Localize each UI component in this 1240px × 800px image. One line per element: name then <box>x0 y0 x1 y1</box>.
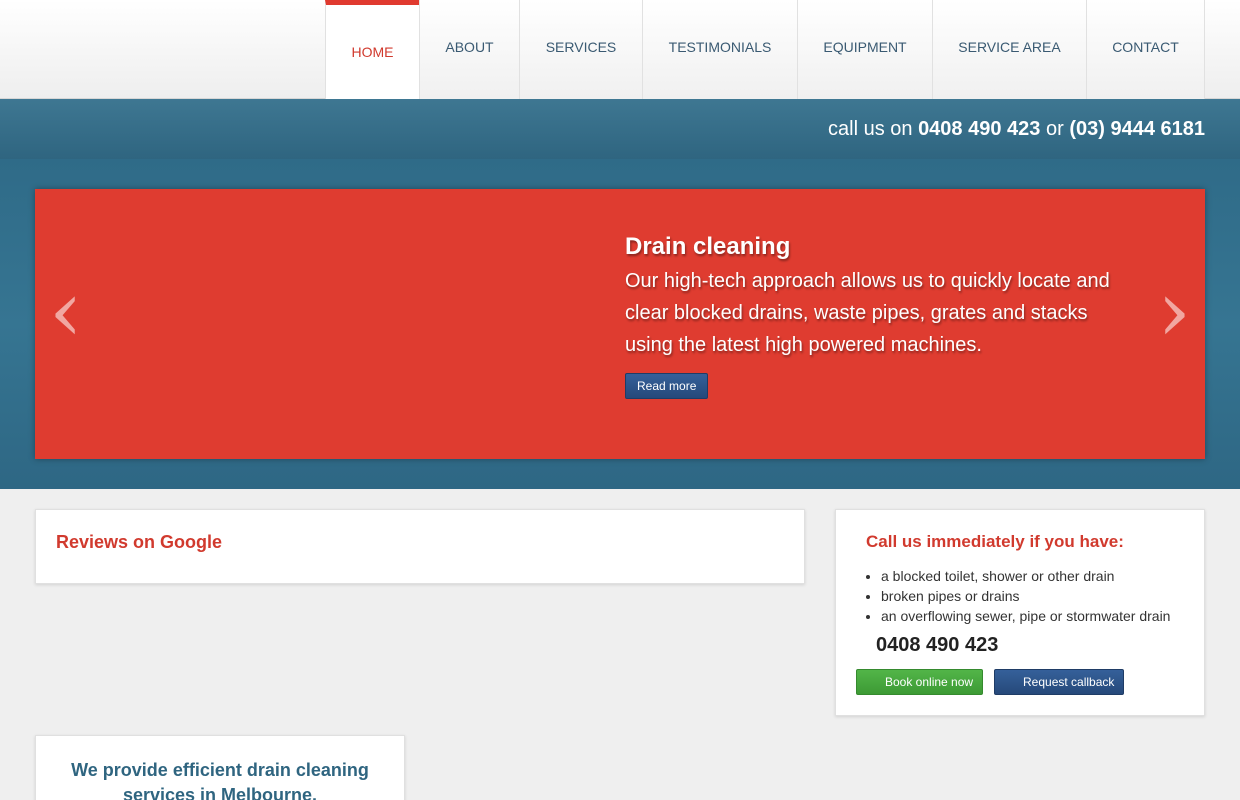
call-prefix: call us on <box>828 118 913 140</box>
top-navbar: HOME ABOUT SERVICES TESTIMONIALS EQUIPME… <box>0 0 1240 99</box>
call-or: or <box>1045 118 1064 140</box>
call-now-card: Call us immediately if you have: a block… <box>835 509 1205 716</box>
nav-about[interactable]: ABOUT <box>419 0 519 99</box>
nav-home[interactable]: HOME <box>325 0 419 99</box>
list-item: broken pipes or drains <box>881 586 1170 606</box>
hero-slider: ‹ › Drain cleaning Our high-tech approac… <box>35 189 1205 459</box>
main-nav: HOME ABOUT SERVICES TESTIMONIALS EQUIPME… <box>325 0 1205 99</box>
nav-contact[interactable]: CONTACT <box>1086 0 1205 99</box>
services-intro-title: We provide efficient drain cleaning serv… <box>71 760 369 800</box>
services-intro-card: We provide efficient drain cleaning serv… <box>35 735 405 800</box>
call-phone-landline[interactable]: (03) 9444 6181 <box>1069 118 1205 140</box>
call-bar-text: call us on 0408 490 423 or (03) 9444 618… <box>828 118 1205 141</box>
slider-next-icon[interactable]: › <box>1157 269 1191 353</box>
nav-testimonials[interactable]: TESTIMONIALS <box>642 0 797 99</box>
slide-body: Our high-tech approach allows us to quic… <box>625 270 1110 356</box>
problem-list: a blocked toilet, shower or other drain … <box>881 566 1170 626</box>
call-phone-mobile[interactable]: 0408 490 423 <box>918 118 1040 140</box>
reviews-title: Reviews on Google <box>56 532 223 552</box>
list-item: a blocked toilet, shower or other drain <box>881 566 1170 586</box>
request-callback-button[interactable]: Request callback <box>994 669 1124 695</box>
call-now-phone[interactable]: 0408 490 423 <box>876 634 998 657</box>
nav-equipment[interactable]: EQUIPMENT <box>797 0 932 99</box>
nav-services[interactable]: SERVICES <box>519 0 642 99</box>
call-now-title: Call us immediately if you have: <box>866 532 1124 551</box>
nav-service-area[interactable]: SERVICE AREA <box>932 0 1086 99</box>
book-online-button[interactable]: Book online now <box>856 669 983 695</box>
hero-band: ‹ › Drain cleaning Our high-tech approac… <box>0 159 1240 489</box>
reviews-card: Reviews on Google <box>35 509 805 584</box>
list-item: an overflowing sewer, pipe or stormwater… <box>881 606 1170 626</box>
slider-prev-icon[interactable]: ‹ <box>49 269 83 353</box>
slide-content: Drain cleaning Our high-tech approach al… <box>625 233 1125 399</box>
call-bar: call us on 0408 490 423 or (03) 9444 618… <box>0 99 1240 159</box>
read-more-button[interactable]: Read more <box>625 373 709 399</box>
slide-title: Drain cleaning <box>625 233 791 260</box>
